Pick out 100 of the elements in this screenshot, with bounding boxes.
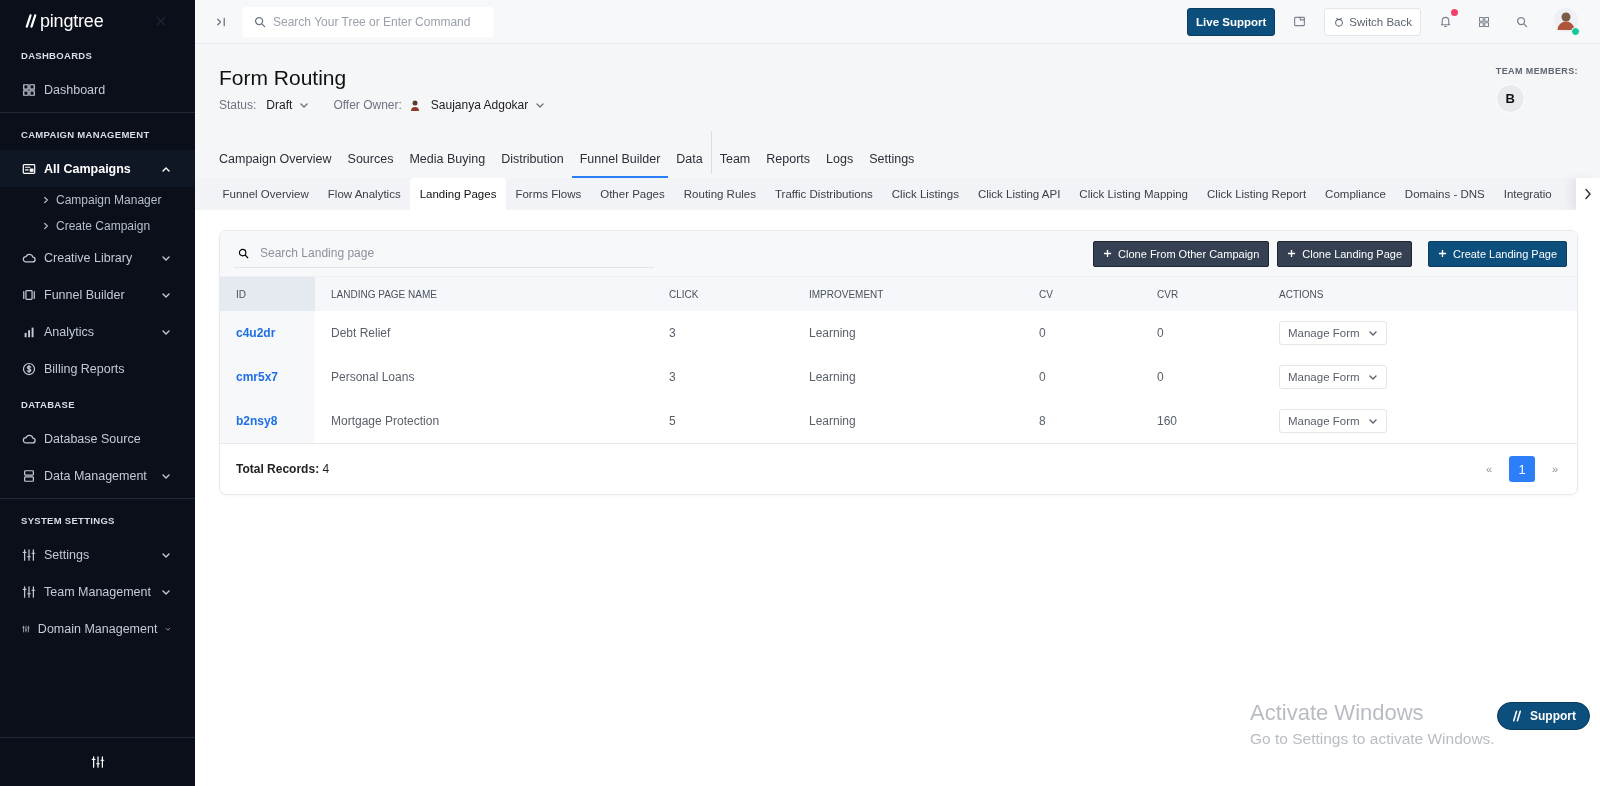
manage-form-dropdown[interactable]: Manage Form <box>1279 365 1387 389</box>
search-icon <box>254 15 266 28</box>
subtab[interactable]: Landing Pages <box>410 178 506 210</box>
owner-name[interactable]: Saujanya Adgokar <box>430 98 529 112</box>
tab[interactable]: Media Buying <box>401 141 494 178</box>
sliders-icon <box>90 755 105 769</box>
owner-label: Offer Owner: <box>333 98 402 112</box>
bell-icon[interactable] <box>1439 15 1452 28</box>
member-avatar[interactable]: B <box>1495 84 1525 113</box>
id-link[interactable]: c4u2dr <box>236 326 276 340</box>
section-heading: SYSTEM SETTINGS <box>20 514 116 528</box>
nav-item[interactable]: Data Management <box>0 457 195 494</box>
tab[interactable]: Team <box>711 141 759 178</box>
column-header: CLICK <box>653 277 793 311</box>
search-field[interactable]: Search Landing page <box>234 239 654 268</box>
action-button[interactable]: Clone Landing Page <box>1277 240 1413 267</box>
tab[interactable]: Campaign Overview <box>219 141 340 178</box>
subtab[interactable]: Forms Flows <box>505 178 591 210</box>
table-cell: Mortgage Protection <box>331 414 440 428</box>
tab[interactable]: Distribution <box>493 141 572 178</box>
table-cell: Learning <box>809 326 856 340</box>
subtab[interactable]: Routing Rules <box>674 178 766 210</box>
tab[interactable]: Sources <box>339 141 402 178</box>
slash-mark-icon <box>1511 710 1523 722</box>
table-cell: 0 <box>1039 370 1046 384</box>
subtab[interactable]: Flow Analytics <box>318 178 411 210</box>
columns-icon <box>22 287 36 302</box>
table-cell: 3 <box>669 370 676 384</box>
nav-item[interactable]: Settings <box>0 536 195 573</box>
column-header: IMPROVEMENT <box>793 277 1023 311</box>
subtab[interactable]: Domains - DNS <box>1395 178 1495 210</box>
nav-item[interactable]: Domain Management <box>0 610 195 647</box>
id-link[interactable]: cmr5x7 <box>236 370 279 384</box>
table-cell: 8 <box>1039 414 1046 428</box>
manage-form-dropdown[interactable]: Manage Form <box>1279 409 1387 433</box>
manage-form-dropdown[interactable]: Manage Form <box>1279 321 1387 345</box>
action-button[interactable]: Clone From Other Campaign <box>1093 240 1270 267</box>
table-cell: 0 <box>1157 370 1164 384</box>
search-icon <box>238 248 249 259</box>
column-header: LANDING PAGE NAME <box>315 277 653 311</box>
logo-text: pingtree <box>40 10 104 32</box>
table-cell: 0 <box>1157 326 1164 340</box>
plus-icon <box>1103 249 1113 258</box>
close-icon <box>155 15 167 27</box>
id-link[interactable]: b2nsy8 <box>236 414 278 428</box>
page-title: Form Routing <box>219 66 348 90</box>
action-button[interactable]: Create Landing Page <box>1428 240 1567 267</box>
activation-title: Activate Windows <box>1250 700 1425 726</box>
subtab[interactable]: Click Listings <box>882 178 969 210</box>
column-header: ID <box>220 277 315 311</box>
subtab[interactable]: Click Listing Mapping <box>1069 178 1198 210</box>
search-icon[interactable] <box>1516 15 1528 28</box>
subtab[interactable]: Click Listing Report <box>1197 178 1316 210</box>
card-icon <box>22 161 36 176</box>
live-support-button[interactable]: Live Support <box>1187 7 1276 36</box>
tab[interactable]: Logs <box>818 141 862 178</box>
nav-item[interactable]: Database Source <box>0 420 195 457</box>
nav-item[interactable]: Analytics <box>0 313 195 350</box>
search-field[interactable]: Search Your Tree or Enter Command <box>243 6 493 37</box>
nav-item[interactable]: Billing Reports <box>0 350 195 387</box>
chevron-right-icon[interactable] <box>1583 188 1593 200</box>
status-label: Status: <box>219 98 257 112</box>
nav-item[interactable]: Team Management <box>0 573 195 610</box>
apps-icon[interactable] <box>1478 15 1490 28</box>
table-cell: Learning <box>809 414 856 428</box>
owner-avatar-icon <box>408 99 421 111</box>
support-button[interactable]: Support <box>1497 702 1590 730</box>
nav-item[interactable]: All Campaigns <box>0 150 195 187</box>
nav-item[interactable]: Dashboard <box>0 71 195 108</box>
sliders-icon <box>22 547 36 562</box>
subtab[interactable]: Traffic Distributions <box>765 178 883 210</box>
chevron-right-icon <box>42 195 50 205</box>
avatar-icon[interactable] <box>1554 8 1578 32</box>
nav-subitem[interactable]: Campaign Manager <box>0 187 195 213</box>
table-cell: 5 <box>669 414 676 428</box>
subtab[interactable]: Integratio <box>1494 178 1562 210</box>
tab[interactable]: Settings <box>861 141 923 178</box>
table-cell: Debt Relief <box>331 326 391 340</box>
slash-mark-icon <box>24 13 38 29</box>
subtab[interactable]: Other Pages <box>590 178 675 210</box>
nav-subitem[interactable]: Create Campaign <box>0 213 195 239</box>
tab[interactable]: Data <box>668 141 711 178</box>
subtab[interactable]: Click Listing API <box>968 178 1070 210</box>
dollar-icon <box>22 361 36 376</box>
team-members-label: TEAM MEMBERS: <box>1495 66 1578 76</box>
subtab[interactable]: Funnel Overview <box>213 178 319 210</box>
page-button[interactable]: 1 <box>1509 456 1535 482</box>
section-heading: DASHBOARDS <box>20 49 94 63</box>
nav-item[interactable]: Creative Library <box>0 239 195 276</box>
server-icon <box>22 468 36 483</box>
subtab[interactable]: Compliance <box>1315 178 1396 210</box>
nav-item[interactable]: Funnel Builder <box>0 276 195 313</box>
plus-icon <box>1287 249 1297 258</box>
status-value[interactable]: Draft <box>266 98 293 112</box>
switch-back-button[interactable]: Switch Back <box>1324 7 1421 36</box>
chevron-right-icon <box>42 221 50 231</box>
tab[interactable]: Reports <box>758 141 819 178</box>
column-header: ACTIONS <box>1263 277 1577 311</box>
grid-icon <box>22 82 36 97</box>
folder-icon[interactable] <box>1293 15 1307 28</box>
